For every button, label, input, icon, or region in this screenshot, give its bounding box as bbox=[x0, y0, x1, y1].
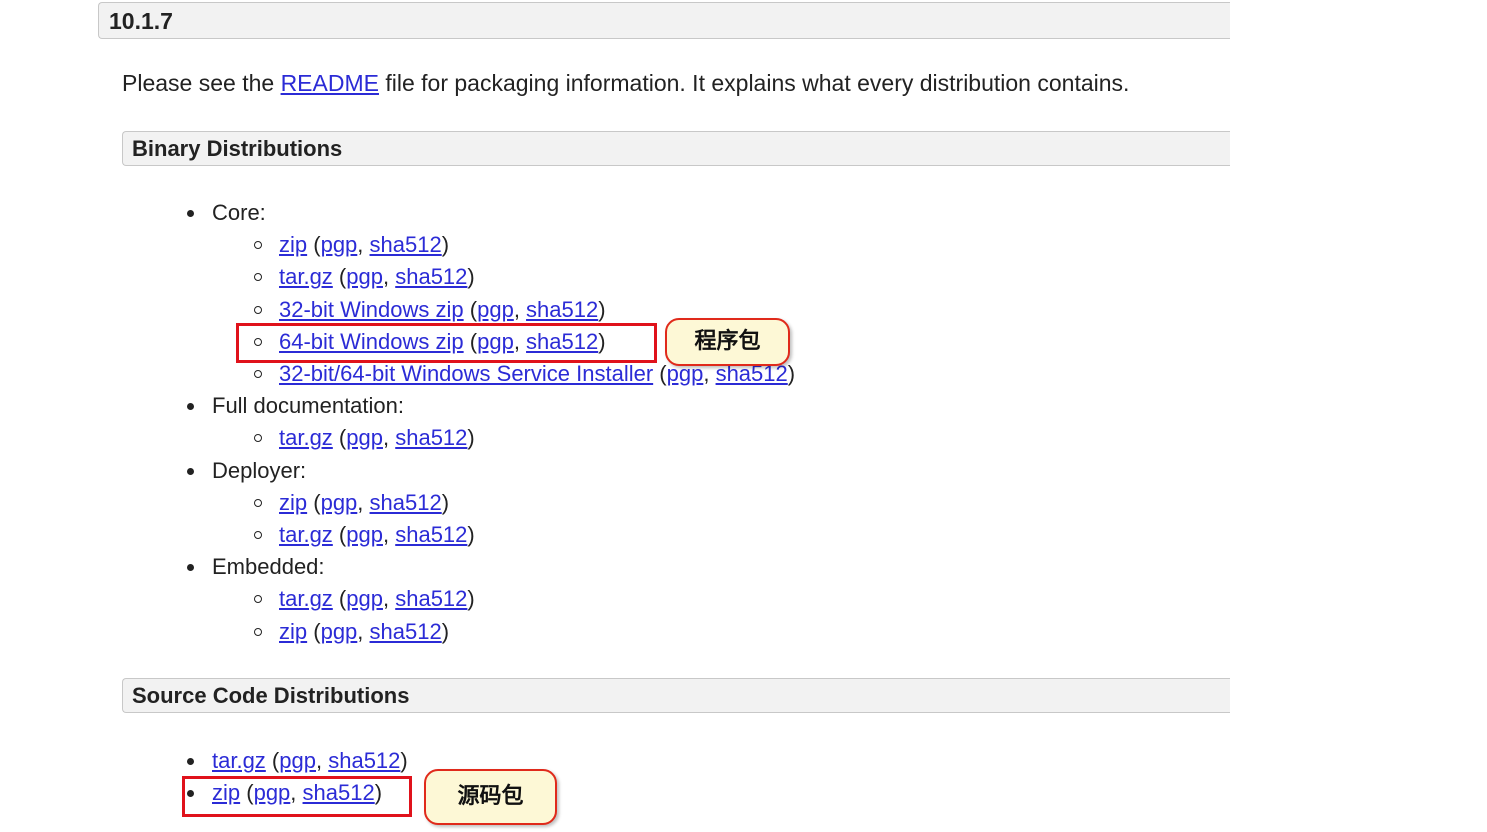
sha512-link[interactable]: sha512 bbox=[526, 297, 598, 322]
list-item: zip (pgp, sha512) bbox=[212, 616, 795, 648]
intro-after: file for packaging information. It expla… bbox=[378, 70, 1130, 96]
pgp-link[interactable]: pgp bbox=[254, 780, 291, 805]
core-service-installer-link[interactable]: 32-bit/64-bit Windows Service Installer bbox=[279, 361, 653, 386]
pgp-link[interactable]: pgp bbox=[477, 329, 514, 354]
source-distributions-heading: Source Code Distributions bbox=[122, 678, 1230, 713]
sha512-link[interactable]: sha512 bbox=[303, 780, 375, 805]
list-item: zip (pgp, sha512) bbox=[122, 777, 408, 809]
sha512-link[interactable]: sha512 bbox=[395, 425, 467, 450]
list-item: zip (pgp, sha512) bbox=[212, 229, 795, 261]
embedded-zip-link[interactable]: zip bbox=[279, 619, 307, 644]
core-win32-zip-link[interactable]: 32-bit Windows zip bbox=[279, 297, 464, 322]
sha512-link[interactable]: sha512 bbox=[370, 619, 442, 644]
deployer-zip-link[interactable]: zip bbox=[279, 490, 307, 515]
list-item: tar.gz (pgp, sha512) bbox=[122, 745, 408, 777]
pgp-link[interactable]: pgp bbox=[321, 619, 358, 644]
embedded-label: Embedded: bbox=[212, 554, 325, 580]
source-distributions-list: tar.gz (pgp, sha512) zip (pgp, sha512) bbox=[122, 745, 408, 809]
docs-label: Full documentation: bbox=[212, 393, 404, 419]
pgp-link[interactable]: pgp bbox=[321, 490, 358, 515]
sha512-link[interactable]: sha512 bbox=[395, 522, 467, 547]
intro-before: Please see the bbox=[122, 70, 281, 96]
sha512-link[interactable]: sha512 bbox=[395, 264, 467, 289]
version-heading: 10.1.7 bbox=[98, 2, 1230, 39]
intro-text: Please see the README file for packaging… bbox=[122, 70, 1129, 97]
sha512-link[interactable]: sha512 bbox=[328, 748, 400, 773]
pgp-link[interactable]: pgp bbox=[477, 297, 514, 322]
sha512-link[interactable]: sha512 bbox=[526, 329, 598, 354]
readme-link[interactable]: README bbox=[281, 70, 379, 96]
source-targz-link[interactable]: tar.gz bbox=[212, 748, 266, 773]
docs-targz-link[interactable]: tar.gz bbox=[279, 425, 333, 450]
list-item-full-documentation: Full documentation: tar.gz (pgp, sha512) bbox=[122, 390, 795, 454]
deployer-sublist: zip (pgp, sha512) tar.gz (pgp, sha512) bbox=[212, 487, 795, 551]
callout-program-package: 程序包 bbox=[665, 318, 790, 366]
pgp-link[interactable]: pgp bbox=[279, 748, 316, 773]
pgp-link[interactable]: pgp bbox=[346, 264, 383, 289]
binary-distributions-list: Core: zip (pgp, sha512) tar.gz (pgp, sha… bbox=[122, 197, 795, 648]
list-item: tar.gz (pgp, sha512) bbox=[212, 261, 795, 293]
core-zip-link[interactable]: zip bbox=[279, 232, 307, 257]
list-item: tar.gz (pgp, sha512) bbox=[212, 519, 795, 551]
list-item-embedded: Embedded: tar.gz (pgp, sha512) zip (pgp,… bbox=[122, 551, 795, 648]
sha512-link[interactable]: sha512 bbox=[395, 586, 467, 611]
list-item: zip (pgp, sha512) bbox=[212, 487, 795, 519]
pgp-link[interactable]: pgp bbox=[346, 586, 383, 611]
core-targz-link[interactable]: tar.gz bbox=[279, 264, 333, 289]
callout-source-package: 源码包 bbox=[424, 769, 557, 825]
sha512-link[interactable]: sha512 bbox=[370, 232, 442, 257]
list-item: tar.gz (pgp, sha512) bbox=[212, 583, 795, 615]
deployer-label: Deployer: bbox=[212, 457, 307, 483]
pgp-link[interactable]: pgp bbox=[321, 232, 358, 257]
deployer-targz-link[interactable]: tar.gz bbox=[279, 522, 333, 547]
list-item: tar.gz (pgp, sha512) bbox=[212, 422, 795, 454]
core-sublist: zip (pgp, sha512) tar.gz (pgp, sha512) 3… bbox=[212, 229, 795, 390]
source-zip-link[interactable]: zip bbox=[212, 780, 240, 805]
core-label: Core: bbox=[212, 200, 266, 225]
pgp-link[interactable]: pgp bbox=[346, 522, 383, 547]
core-win64-zip-link[interactable]: 64-bit Windows zip bbox=[279, 329, 464, 354]
pgp-link[interactable]: pgp bbox=[346, 425, 383, 450]
binary-distributions-heading: Binary Distributions bbox=[122, 131, 1230, 166]
embedded-sublist: tar.gz (pgp, sha512) zip (pgp, sha512) bbox=[212, 583, 795, 647]
list-item-deployer: Deployer: zip (pgp, sha512) tar.gz (pgp,… bbox=[122, 455, 795, 552]
sha512-link[interactable]: sha512 bbox=[370, 490, 442, 515]
docs-sublist: tar.gz (pgp, sha512) bbox=[212, 422, 795, 454]
embedded-targz-link[interactable]: tar.gz bbox=[279, 586, 333, 611]
